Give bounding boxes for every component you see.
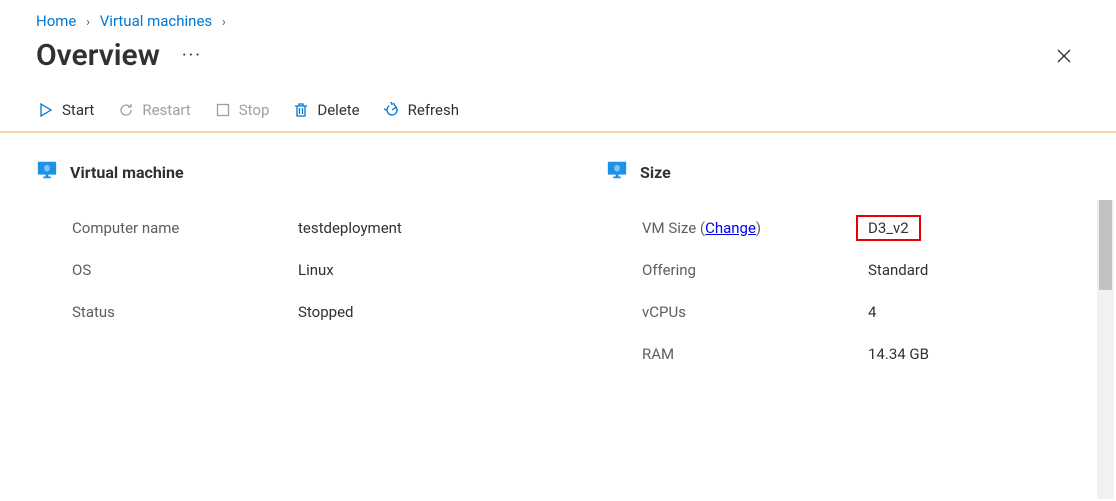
vm-size-highlight: D3_v2 [856,215,921,241]
chevron-right-icon: › [222,15,226,30]
computer-name-label: Computer name [72,219,298,237]
page-title: Overview [36,38,160,73]
play-icon [38,102,54,118]
change-size-link[interactable]: Change [705,219,756,237]
stop-label: Stop [239,101,270,119]
refresh-button[interactable]: Refresh [384,101,459,119]
os-label: OS [72,261,298,279]
offering-value: Standard [868,261,928,279]
stop-button: Stop [215,101,270,119]
restart-icon [118,102,134,118]
os-value: Linux [298,261,334,279]
kv-offering: Offering Standard [642,249,1116,291]
delete-label: Delete [317,101,359,119]
ram-label: RAM [642,345,868,363]
scrollbar-thumb[interactable] [1099,200,1112,290]
refresh-label: Refresh [408,101,459,119]
vertical-scrollbar[interactable] [1097,200,1114,499]
vm-size-label: VM Size (Change) [642,219,868,237]
refresh-icon [384,102,400,118]
start-label: Start [62,101,94,119]
breadcrumb-home[interactable]: Home [36,12,76,30]
ram-value: 14.34 GB [868,345,929,363]
command-bar: Start Restart Stop Delete Refresh [0,87,1116,133]
kv-ram: RAM 14.34 GB [642,333,1116,375]
restart-button: Restart [118,101,190,119]
vm-size-value: D3_v2 [868,219,909,237]
breadcrumb: Home › Virtual machines › [0,0,1116,30]
close-icon [1056,48,1072,64]
kv-vcpus: vCPUs 4 [642,291,1116,333]
vm-icon [606,159,628,185]
status-value: Stopped [298,303,353,321]
size-section-title: Size [640,163,671,182]
more-menu-button[interactable]: ··· [182,45,202,66]
kv-computer-name: Computer name testdeployment [72,207,566,249]
computer-name-value: testdeployment [298,219,402,237]
delete-button[interactable]: Delete [293,101,359,119]
stop-icon [215,102,231,118]
breadcrumb-vms[interactable]: Virtual machines [100,12,212,30]
kv-os: OS Linux [72,249,566,291]
status-label: Status [72,303,298,321]
vcpus-label: vCPUs [642,303,868,321]
kv-vm-size: VM Size (Change) D3_v2 [642,207,1116,249]
restart-label: Restart [142,101,190,119]
start-button[interactable]: Start [38,101,94,119]
size-section: Size VM Size (Change) D3_v2 Offering Sta… [606,159,1116,375]
offering-label: Offering [642,261,868,279]
close-button[interactable] [1048,40,1080,72]
trash-icon [293,102,309,118]
chevron-right-icon: › [86,15,90,30]
virtual-machine-section: Virtual machine Computer name testdeploy… [36,159,566,375]
vm-icon [36,159,58,185]
vcpus-value: 4 [868,303,876,321]
kv-status: Status Stopped [72,291,566,333]
vm-section-title: Virtual machine [70,163,184,182]
